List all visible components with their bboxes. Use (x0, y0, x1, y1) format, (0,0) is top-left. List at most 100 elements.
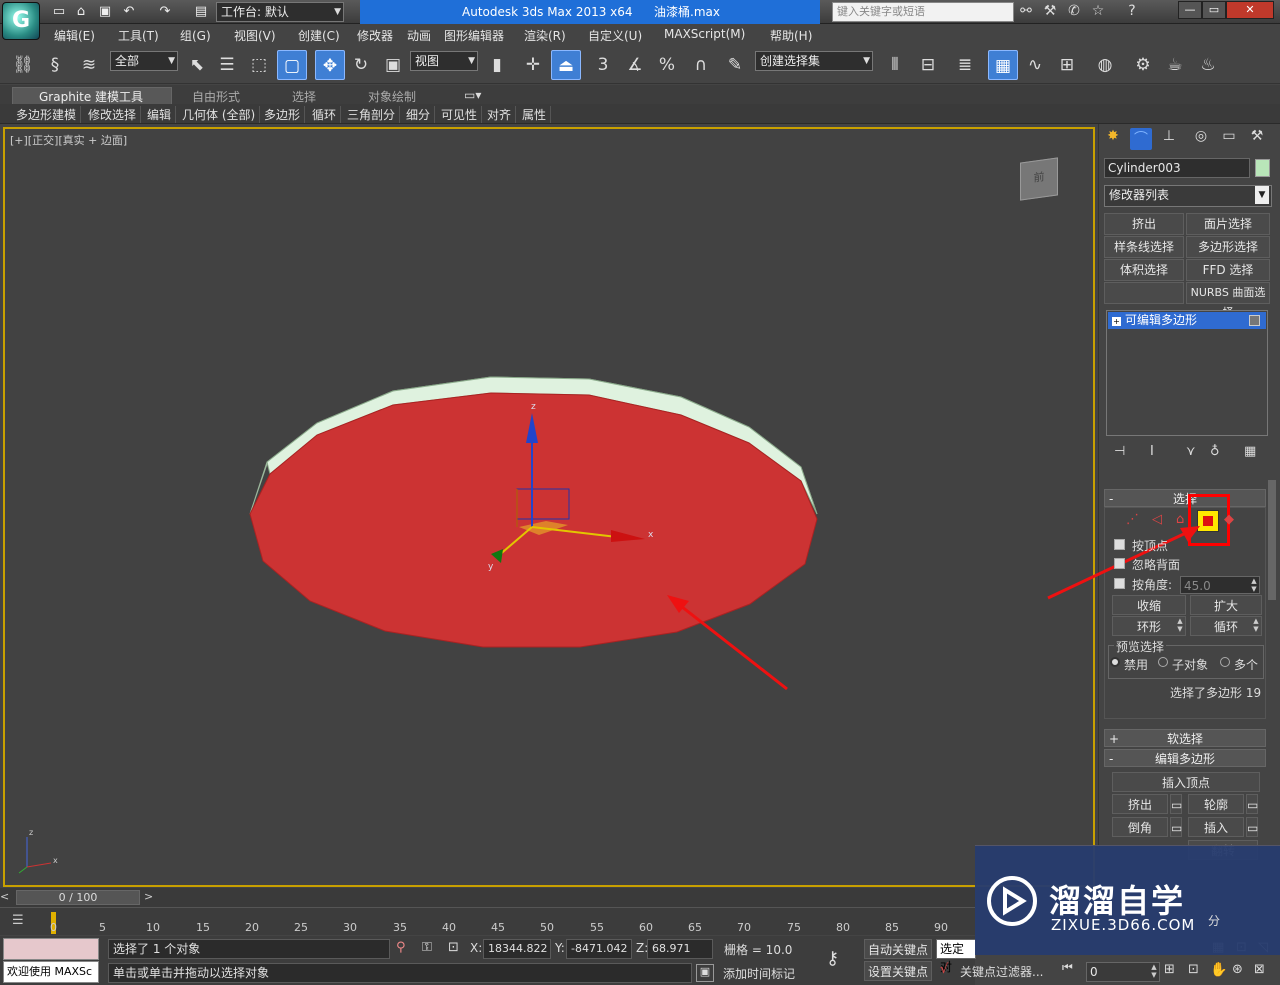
snaps-toggle-icon[interactable]: 3 (588, 50, 618, 80)
motion-tab-icon[interactable]: ◎ (1190, 128, 1212, 150)
panel-align[interactable]: 对齐 (487, 106, 517, 123)
mod-btn-poly-select[interactable]: 多边形选择 (1186, 236, 1270, 258)
by-angle-checkbox[interactable] (1114, 578, 1125, 589)
render-setup-icon[interactable]: ⚙ (1128, 50, 1158, 80)
time-slider-track[interactable]: < 0 / 100 > (0, 888, 975, 907)
curve-editor-mini-icon[interactable]: ☰ (12, 913, 24, 928)
mod-btn-empty[interactable] (1104, 282, 1184, 304)
help-icon[interactable]: ? (1122, 3, 1142, 21)
mod-btn-spline-select[interactable]: 样条线选择 (1104, 236, 1184, 258)
menu-customize[interactable]: 自定义(U) (588, 27, 642, 44)
curve-editor-icon[interactable]: ∿ (1020, 50, 1050, 80)
inset-settings-icon[interactable]: ▭ (1246, 817, 1258, 837)
tab-object-paint[interactable]: 对象绘制 (368, 88, 416, 105)
key-tangent-icon[interactable]: √ (940, 962, 948, 977)
save-file-icon[interactable]: ▣ (96, 3, 114, 21)
menu-tools[interactable]: 工具(T) (118, 27, 159, 44)
orbit-icon[interactable]: ⊛ (1232, 962, 1243, 977)
search-input[interactable]: 键入关键字或短语 (832, 2, 1014, 22)
favorites-star-icon[interactable]: ☆ (1088, 3, 1108, 21)
app-logo-button[interactable]: G (2, 2, 40, 40)
keyboard-shortcut-override-icon[interactable]: ⏏ (551, 50, 581, 80)
object-color-swatch[interactable] (1255, 159, 1270, 177)
close-button[interactable]: ✕ (1226, 1, 1274, 19)
create-tab-icon[interactable]: ✸ (1102, 128, 1124, 150)
edit-named-selection-icon[interactable]: ✎ (720, 50, 750, 80)
display-tab-icon[interactable]: ▭ (1218, 128, 1240, 150)
select-by-name-icon[interactable]: ☰ (212, 50, 242, 80)
soft-selection-rollout-header[interactable]: + 软选择 (1104, 729, 1266, 747)
minimize-button[interactable]: — (1178, 1, 1202, 19)
set-key-mode-icon[interactable]: ⚷ (826, 948, 858, 976)
new-file-icon[interactable]: ▭ (50, 3, 68, 21)
angle-snap-icon[interactable]: ∡ (620, 50, 650, 80)
remove-modifier-icon[interactable]: ♁ (1210, 444, 1220, 459)
binoculars-icon[interactable]: ⚯ (1016, 3, 1036, 21)
select-move-icon[interactable]: ✥ (315, 50, 345, 80)
selection-lock-icon[interactable]: ⚿ (422, 940, 432, 955)
time-config-icon[interactable]: ⊞ (1164, 962, 1175, 977)
outline-settings-icon[interactable]: ▭ (1246, 794, 1258, 814)
hierarchy-tab-icon[interactable]: ⊥ (1158, 128, 1180, 150)
isolate-selection-icon[interactable]: ⚲ (396, 940, 406, 955)
spinner-snap-icon[interactable]: ∩ (686, 50, 716, 80)
outline-button[interactable]: 轮廓 (1188, 794, 1244, 814)
manipulate-icon[interactable]: ✛ (518, 50, 548, 80)
mod-btn-extrude[interactable]: 挤出 (1104, 213, 1184, 235)
shrink-button[interactable]: 收缩 (1112, 595, 1186, 615)
menu-group[interactable]: 组(G) (180, 27, 211, 44)
preview-multi-radio[interactable] (1220, 657, 1230, 667)
rect-selection-icon[interactable]: ⬚ (244, 50, 274, 80)
selection-rollout-header[interactable]: - 选择 (1104, 489, 1266, 507)
grow-button[interactable]: 扩大 (1190, 595, 1262, 615)
percent-snap-icon[interactable]: % (652, 50, 682, 80)
configure-sets-icon[interactable]: ▦ (1244, 444, 1256, 459)
panel-subdivision[interactable]: 细分 (406, 106, 436, 123)
make-unique-icon[interactable]: ⋎ (1186, 444, 1196, 459)
current-frame-input[interactable]: 0 ▲ ▼ (1086, 962, 1160, 982)
bevel-settings-icon[interactable]: ▭ (1170, 817, 1182, 837)
set-key-button[interactable]: 设置关键点 (864, 961, 932, 981)
element-subobj-icon[interactable]: ◆ (1224, 512, 1234, 527)
stack-item-editable-poly[interactable]: + 可编辑多边形 (1108, 312, 1266, 329)
command-panel-scrollbar[interactable] (1268, 480, 1276, 600)
tab-selection[interactable]: 选择 (292, 88, 316, 105)
prev-frame-icon[interactable]: < (0, 890, 14, 905)
panel-visibility[interactable]: 可见性 (441, 106, 483, 123)
rendered-frame-icon[interactable]: ☕ (1160, 50, 1190, 80)
link-icon[interactable]: ⛓ (8, 50, 38, 80)
preview-off-radio[interactable] (1110, 657, 1120, 667)
modifier-list-combo[interactable]: 修改器列表 ▼ (1104, 185, 1272, 207)
key-filter-selected-combo[interactable]: 选定对 (936, 939, 976, 974)
viewcube[interactable]: 前 (1020, 157, 1058, 201)
bevel-button[interactable]: 倒角 (1112, 817, 1168, 837)
ribbon-options-icon[interactable]: ▭▾ (464, 88, 481, 102)
unlink-icon[interactable]: § (40, 50, 70, 80)
named-selection-combo[interactable]: 创建选择集 ▼ (755, 51, 873, 71)
x-coordinate-input[interactable]: 18344.822 (483, 939, 551, 959)
open-file-icon[interactable]: ⌂ (72, 3, 90, 21)
edit-polygons-rollout-header[interactable]: - 编辑多边形 (1104, 749, 1266, 767)
panel-loops[interactable]: 循环 (312, 106, 342, 123)
panel-geometry-all[interactable]: 几何体 (全部) (182, 106, 261, 123)
inset-button[interactable]: 插入 (1188, 817, 1244, 837)
panel-modify-selection[interactable]: 修改选择 (88, 106, 142, 123)
zoom-extents-icon[interactable]: ⊡ (1188, 962, 1199, 977)
mod-btn-volume-select[interactable]: 体积选择 (1104, 259, 1184, 281)
menu-help[interactable]: 帮助(H) (770, 27, 812, 44)
subscription-icon[interactable]: ⚒ (1040, 3, 1060, 21)
panel-tris[interactable]: 三角剖分 (347, 106, 401, 123)
select-rotate-icon[interactable]: ↻ (346, 50, 376, 80)
undo-icon[interactable]: ↶ (120, 3, 138, 21)
ignore-backface-checkbox[interactable] (1114, 558, 1125, 569)
select-scale-icon[interactable]: ▣ (378, 50, 408, 80)
material-editor-icon[interactable]: ◍ (1090, 50, 1120, 80)
show-end-result-icon[interactable]: Ⅰ (1150, 444, 1154, 459)
pin-stack-icon[interactable]: ⊣ (1114, 444, 1125, 459)
selection-filter-combo[interactable]: 全部 ▼ (110, 51, 178, 71)
maximize-viewport-icon[interactable]: ⊠ (1254, 962, 1265, 977)
tab-freeform[interactable]: 自由形式 (192, 88, 240, 105)
time-slider-thumb[interactable]: 0 / 100 (16, 890, 140, 905)
communication-icon[interactable]: ✆ (1064, 3, 1084, 21)
by-vertex-checkbox[interactable] (1114, 539, 1125, 550)
